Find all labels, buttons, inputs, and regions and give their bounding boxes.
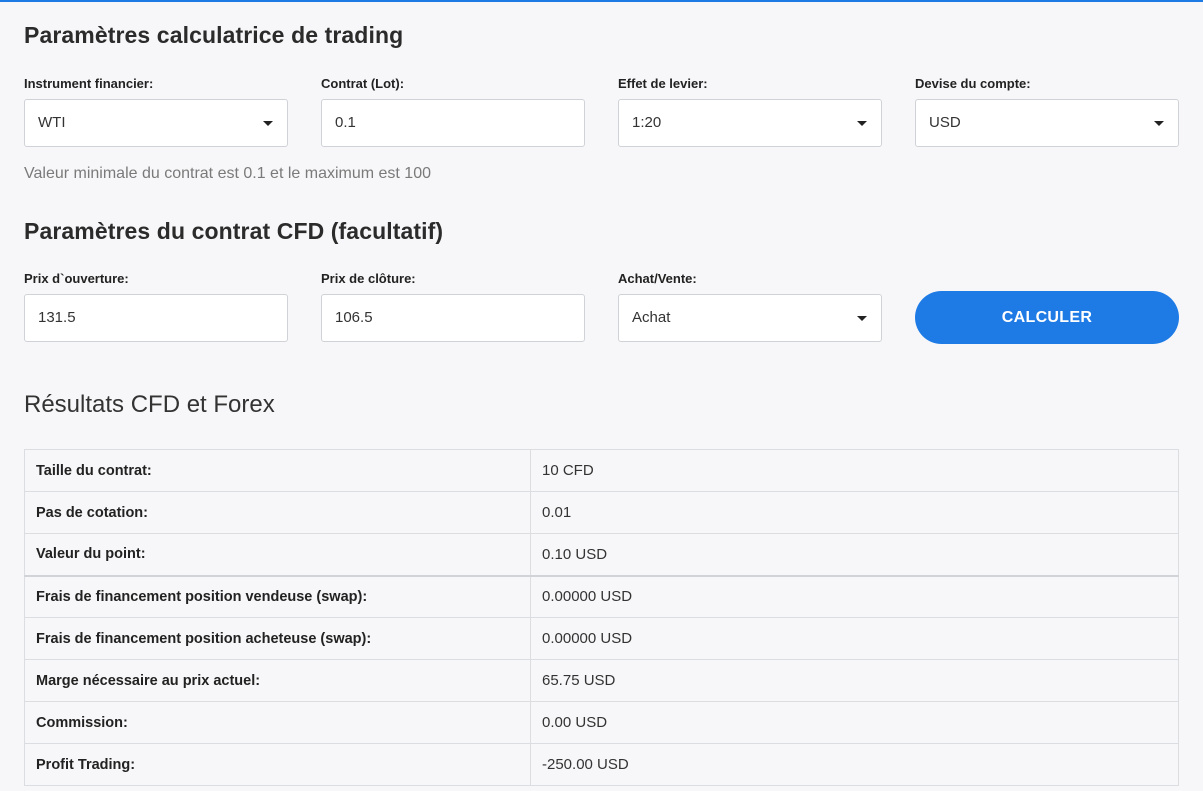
- top-accent-line: [0, 0, 1203, 2]
- row-value: -250.00 USD: [530, 743, 1179, 786]
- results-table: Taille du contrat: 10 CFD Pas de cotatio…: [24, 449, 1179, 786]
- row-value: 65.75 USD: [530, 659, 1179, 702]
- currency-field: Devise du compte: USD: [915, 75, 1179, 147]
- leverage-value: 1:20: [632, 114, 662, 131]
- open-price-value: 131.5: [38, 309, 76, 326]
- side-value: Achat: [632, 309, 671, 326]
- table-row: Commission: 0.00 USD: [24, 701, 1179, 744]
- caret-down-icon: [857, 316, 867, 321]
- table-row: Profit Trading: -250.00 USD: [24, 743, 1179, 786]
- table-row: Frais de financement position vendeuse (…: [24, 574, 1179, 618]
- leverage-field: Effet de levier: 1:20: [618, 75, 882, 147]
- open-price-label: Prix d`ouverture:: [24, 271, 129, 286]
- contract-input[interactable]: 0.1: [321, 99, 585, 147]
- row-key: Frais de financement position vendeuse (…: [24, 574, 531, 618]
- instrument-label: Instrument financier:: [24, 76, 154, 91]
- side-field: Achat/Vente: Achat: [618, 270, 882, 342]
- close-price-value: 106.5: [335, 309, 373, 326]
- open-price-input[interactable]: 131.5: [24, 294, 288, 342]
- row-key: Valeur du point:: [24, 533, 531, 576]
- row-key: Taille du contrat:: [24, 449, 531, 492]
- row-value: 0.10 USD: [530, 533, 1179, 576]
- instrument-value: WTI: [38, 114, 66, 131]
- calculate-button[interactable]: CALCULER: [915, 291, 1179, 344]
- caret-down-icon: [857, 121, 867, 126]
- row-value: 0.00000 USD: [530, 574, 1179, 618]
- caret-down-icon: [1154, 121, 1164, 126]
- row-key: Commission:: [24, 701, 531, 744]
- row-key: Profit Trading:: [24, 743, 531, 786]
- leverage-label: Effet de levier:: [618, 76, 708, 91]
- currency-label: Devise du compte:: [915, 76, 1031, 91]
- side-label: Achat/Vente:: [618, 271, 697, 286]
- section-title-trading-params: Paramètres calculatrice de trading: [24, 22, 404, 48]
- close-price-input[interactable]: 106.5: [321, 294, 585, 342]
- contract-label: Contrat (Lot):: [321, 76, 405, 91]
- row-value: 10 CFD: [530, 449, 1179, 492]
- table-row: Pas de cotation: 0.01: [24, 491, 1179, 534]
- caret-down-icon: [263, 121, 273, 126]
- row-value: 0.01: [530, 491, 1179, 534]
- contract-field: Contrat (Lot): 0.1: [321, 75, 585, 147]
- table-row: Taille du contrat: 10 CFD: [24, 449, 1179, 492]
- contract-range-hint: Valeur minimale du contrat est 0.1 et le…: [24, 165, 431, 182]
- table-row: Frais de financement position acheteuse …: [24, 617, 1179, 660]
- instrument-field: Instrument financier: WTI: [24, 75, 288, 147]
- row-value: 0.00 USD: [530, 701, 1179, 744]
- currency-value: USD: [929, 114, 961, 131]
- instrument-select[interactable]: WTI: [24, 99, 288, 147]
- open-price-field: Prix d`ouverture: 131.5: [24, 270, 288, 342]
- leverage-select[interactable]: 1:20: [618, 99, 882, 147]
- contract-value: 0.1: [335, 114, 356, 131]
- close-price-label: Prix de clôture:: [321, 271, 416, 286]
- row-key: Frais de financement position acheteuse …: [24, 617, 531, 660]
- table-row: Marge nécessaire au prix actuel: 65.75 U…: [24, 659, 1179, 702]
- side-select[interactable]: Achat: [618, 294, 882, 342]
- table-row: Valeur du point: 0.10 USD: [24, 533, 1179, 576]
- results-title: Résultats CFD et Forex: [24, 391, 275, 418]
- currency-select[interactable]: USD: [915, 99, 1179, 147]
- row-key: Pas de cotation:: [24, 491, 531, 534]
- row-key: Marge nécessaire au prix actuel:: [24, 659, 531, 702]
- section-title-cfd-params: Paramètres du contrat CFD (facultatif): [24, 218, 444, 244]
- close-price-field: Prix de clôture: 106.5: [321, 270, 585, 342]
- row-value: 0.00000 USD: [530, 617, 1179, 660]
